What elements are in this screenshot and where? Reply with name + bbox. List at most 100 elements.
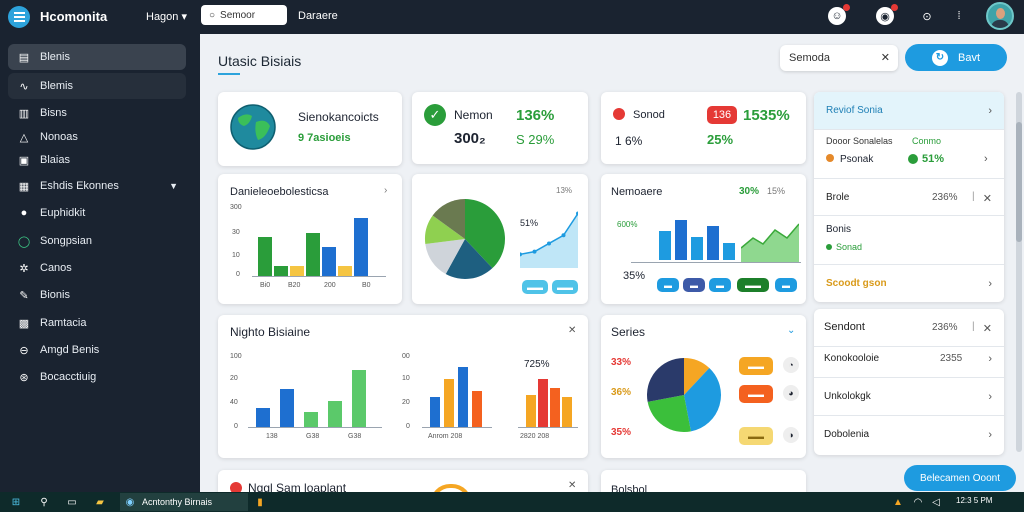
top-search-input[interactable]: ○ Semoor [201, 5, 287, 25]
avatar[interactable] [986, 2, 1014, 30]
clock-icon[interactable]: ⊙ [918, 7, 936, 25]
sidebar-item-9[interactable]: ✎ Bionis [8, 282, 186, 308]
nemon-pct2: S 29% [516, 132, 555, 147]
fab-button[interactable]: Belecamen Ooont [904, 465, 1016, 491]
series-pill-3[interactable]: ▬▬ [739, 427, 773, 445]
line-point [532, 249, 537, 254]
chevron-right-icon[interactable]: › [384, 185, 387, 196]
chart-bar [256, 408, 270, 427]
page-title: Utasic Bisiais [218, 53, 302, 75]
nemoes-bottom-pct: 35% [623, 270, 646, 282]
more-icon[interactable]: ⁞ [950, 7, 968, 25]
night-bar-plot-2 [426, 363, 486, 427]
chart-bar [458, 367, 468, 427]
row-dobolenia[interactable]: Dobolenia › [814, 416, 1004, 454]
sidebar-item-0[interactable]: ▤ Blenis [8, 44, 186, 70]
user-icon: ⊖ [19, 344, 29, 357]
line-point [547, 241, 551, 246]
chevron-down-icon[interactable]: ⌄ [787, 325, 795, 336]
series-pill-1[interactable]: ▬▬ [739, 357, 773, 375]
sidebar-item-4[interactable]: ▣ Blaias [8, 147, 186, 173]
globe-title: Sienokancoicts [298, 110, 379, 124]
circle-icon: ● [20, 207, 28, 219]
nemoes-pct: 30% [739, 186, 760, 197]
volume-icon[interactable]: ◁ [930, 496, 942, 508]
layers-icon: ▤ [18, 51, 30, 64]
nav-dropdown[interactable]: Hagon ▾ [146, 10, 187, 23]
sidebar-item-6[interactable]: ● Euphidkit [8, 200, 186, 226]
page-search-input[interactable]: Semoda ✕ [780, 45, 898, 71]
chevron-up-icon[interactable]: ▲ [892, 496, 904, 508]
windows-icon[interactable]: ⊞ [10, 496, 22, 508]
pill-2[interactable]: ▬ [683, 278, 705, 292]
pie-slice [647, 358, 684, 402]
sidebar-item-1[interactable]: ∿ Blemis [8, 73, 186, 99]
app-icon[interactable]: ▮ [254, 496, 266, 508]
series-pill-2[interactable]: ▬▬ [739, 385, 773, 403]
clock-icon[interactable]: ◑ [783, 427, 799, 443]
night-bar-plot-3 [522, 373, 572, 427]
nemon-pct: 136% [516, 107, 555, 124]
nemoes-side-pct: 15% [767, 186, 786, 196]
row-unkolokgk[interactable]: Unkolokgk › [814, 378, 1004, 416]
pill-4[interactable]: ▬▬ [737, 278, 769, 292]
chart-bar [723, 242, 735, 260]
chart-bar [354, 217, 368, 276]
close-icon[interactable]: ✕ [568, 480, 576, 491]
sidebar-item-2[interactable]: ▥ Bisns [8, 100, 186, 126]
sidebar-item-8[interactable]: ✲ Canos [8, 255, 186, 281]
sonod-card: Sonod 136 1535% 1 6% 25% [601, 92, 806, 164]
right-panel-header[interactable]: Reviof Sonia › [814, 92, 1004, 130]
scrollbar[interactable] [1016, 92, 1022, 452]
pill-b[interactable]: ▬▬ [552, 280, 578, 294]
task-view-icon[interactable]: ▭ [66, 496, 78, 508]
row-konokooloie[interactable]: Konokooloie 2355 › [814, 340, 1004, 378]
chart-bar [430, 397, 440, 427]
alert-icon[interactable]: ◉ [876, 4, 898, 25]
pill-1[interactable]: ▬ [657, 278, 679, 292]
close-icon[interactable]: ✕ [881, 51, 890, 64]
chart-bar [659, 231, 671, 260]
close-icon[interactable]: ✕ [983, 322, 992, 335]
taskbar-app[interactable]: ◉ Acntonthy Birnais [120, 493, 248, 511]
nemon-title: Nemon [454, 108, 493, 122]
dot-icon [613, 108, 625, 120]
dashboard-link[interactable]: Daraere [298, 10, 338, 22]
pill-3[interactable]: ▬ [709, 278, 731, 292]
sidebar-item-12[interactable]: ⊛ Bocacctiuig [8, 364, 186, 390]
pill-5[interactable]: ▬ [775, 278, 797, 292]
close-icon[interactable]: ✕ [568, 325, 576, 336]
chart-bar [280, 389, 294, 427]
search-icon: ○ [209, 9, 216, 21]
chart-icon: ∿ [19, 80, 29, 93]
sidebar-item-5[interactable]: ▦ Eshdis Ekonnes ▼ [8, 173, 186, 199]
night-card: Nighto Bisiaine ✕ 100 20 40 0 138 G38 G3… [218, 315, 588, 458]
chart-bar [675, 219, 687, 260]
chart-bar [338, 266, 352, 276]
chevron-right-icon: › [988, 278, 992, 290]
folder-icon[interactable]: ▰ [94, 496, 106, 508]
wifi-icon[interactable]: ◠ [912, 496, 924, 508]
sidebar-item-7[interactable]: ◯ Songpsian [8, 228, 186, 254]
sidebar-item-11[interactable]: ⊖ Amgd Benis [8, 337, 186, 363]
notification-icon[interactable]: ☺ [828, 4, 850, 25]
row-scood[interactable]: Scoodt gson › [814, 264, 1004, 302]
chevron-right-icon: › [988, 391, 992, 403]
menu-icon[interactable] [8, 6, 30, 28]
nemon-value: 300₂ [454, 130, 486, 147]
chevron-right-icon[interactable]: › [984, 153, 988, 165]
nemoes-title: Nemoaere [611, 186, 663, 198]
refresh-icon: ↻ [931, 49, 948, 66]
sidebar-item-10[interactable]: ▩ Ramtacia [8, 310, 186, 336]
sonod-pill: 136 [707, 106, 737, 124]
row-brole[interactable]: Brole 236% | ✕ [814, 178, 1004, 216]
pill-a[interactable]: ▬▬ [522, 280, 548, 294]
search-icon[interactable]: ⚲ [38, 496, 50, 508]
sonod-pct2: 25% [707, 132, 734, 147]
chevron-right-icon: › [988, 353, 992, 365]
save-button[interactable]: ↻ Bavt [905, 44, 1007, 71]
clock-icon[interactable]: ◕ [783, 385, 799, 401]
chart-bar [328, 400, 342, 427]
close-icon[interactable]: ✕ [983, 192, 992, 205]
clock-icon[interactable]: ◔ [783, 357, 799, 373]
